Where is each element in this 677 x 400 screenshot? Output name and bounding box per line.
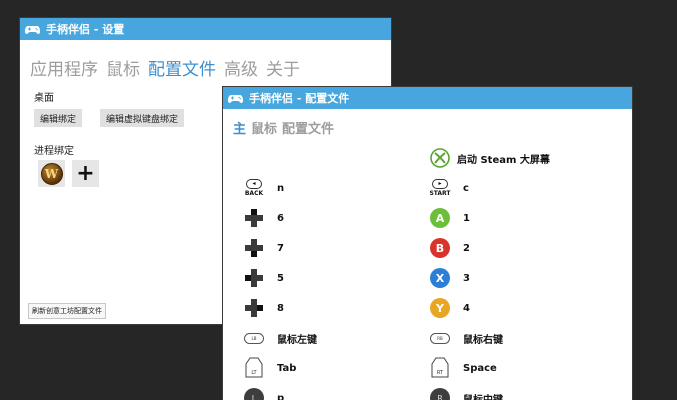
process-binding-wow[interactable]: W	[38, 160, 65, 187]
tab-mouse[interactable]: 鼠标	[251, 118, 277, 137]
edit-virtual-keyboard-button[interactable]: 编辑虚拟键盘绑定	[100, 109, 185, 127]
mapping-dpad-up[interactable]: 6	[243, 207, 284, 229]
mapping-value: 5	[277, 272, 284, 284]
mapping-lb[interactable]: LB 鼠标左键	[243, 327, 317, 349]
mapping-value: 7	[277, 242, 284, 254]
tab-profiles[interactable]: 配置文件	[148, 55, 216, 80]
rb-bumper-icon: RB	[430, 332, 450, 344]
mapping-back[interactable]: ◂ BACK n	[243, 177, 284, 199]
edit-binding-button[interactable]: 编辑绑定	[34, 109, 83, 127]
desktop-label: 桌面	[34, 93, 54, 104]
mapping-value: p	[277, 392, 285, 400]
dpad-left-icon	[243, 267, 265, 289]
profile-title: 手柄伴侣 - 配置文件	[249, 92, 350, 105]
mapping-b[interactable]: B 2	[429, 237, 470, 259]
lb-bumper-icon: LB	[244, 332, 264, 344]
mapping-right-stick[interactable]: R 鼠标中键	[429, 387, 503, 400]
process-binding-label: 进程绑定	[34, 146, 74, 157]
gamepad-icon	[25, 25, 40, 34]
right-stick-icon: R	[430, 388, 450, 400]
a-button-icon: A	[430, 208, 450, 228]
mapping-x[interactable]: X 3	[429, 267, 470, 289]
mapping-value: Tab	[277, 362, 297, 374]
refresh-workshop-button[interactable]: 刷新创意工坊配置文件	[28, 303, 106, 319]
mapping-value: 6	[277, 212, 284, 224]
mapping-value: 3	[463, 272, 470, 284]
mapping-dpad-down[interactable]: 7	[243, 237, 284, 259]
gamepad-icon	[228, 94, 243, 103]
mapping-value: c	[463, 182, 469, 194]
dpad-up-icon	[243, 207, 265, 229]
dpad-down-icon	[243, 237, 265, 259]
mapping-start[interactable]: ▸ START c	[429, 177, 469, 199]
mapping-value: 鼠标左键	[277, 334, 317, 346]
y-button-icon: Y	[430, 298, 450, 318]
mapping-value: 2	[463, 242, 470, 254]
b-button-icon: B	[430, 238, 450, 258]
tab-mouse[interactable]: 鼠标	[106, 55, 140, 80]
mapping-value: 8	[277, 302, 284, 314]
mapping-dpad-left[interactable]: 5	[243, 267, 284, 289]
tab-applications[interactable]: 应用程序	[30, 55, 98, 80]
tab-profile[interactable]: 配置文件	[282, 118, 334, 137]
rt-trigger-icon: RT	[429, 357, 451, 379]
x-button-icon: X	[430, 268, 450, 288]
plus-icon: +	[76, 160, 95, 186]
settings-titlebar[interactable]: 手柄伴侣 - 设置	[20, 18, 391, 40]
profile-titlebar[interactable]: 手柄伴侣 - 配置文件	[223, 87, 632, 109]
left-stick-icon: L	[244, 388, 264, 400]
mapping-a[interactable]: A 1	[429, 207, 470, 229]
mapping-dpad-right[interactable]: 8	[243, 297, 284, 319]
mapping-value: n	[277, 182, 285, 194]
mapping-rb[interactable]: RB 鼠标右键	[429, 327, 503, 349]
mapping-value: 鼠标右键	[463, 334, 503, 346]
profile-window: 手柄伴侣 - 配置文件 主 鼠标 配置文件 启动 Steam 大屏幕 ◂ BACK…	[223, 87, 632, 400]
steam-bigpicture-row[interactable]: 启动 Steam 大屏幕	[429, 147, 550, 169]
svg-text:RT: RT	[437, 370, 444, 376]
mapping-y[interactable]: Y 4	[429, 297, 470, 319]
steam-bigpicture-label: 启动 Steam 大屏幕	[457, 154, 550, 166]
mapping-rt[interactable]: RT Space	[429, 357, 497, 379]
lt-trigger-icon: LT	[243, 357, 265, 379]
mapping-lt[interactable]: LT Tab	[243, 357, 296, 379]
mapping-value: 4	[463, 302, 470, 314]
add-process-button[interactable]: +	[72, 160, 99, 187]
tab-main[interactable]: 主	[233, 118, 246, 137]
tab-about[interactable]: 关于	[266, 55, 300, 80]
mapping-value: 鼠标中键	[463, 394, 503, 400]
mapping-value: 1	[463, 212, 470, 224]
settings-title: 手柄伴侣 - 设置	[46, 23, 125, 36]
settings-nav: 应用程序 鼠标 配置文件 高级 关于	[20, 40, 391, 84]
mapping-left-stick[interactable]: L p	[243, 387, 284, 400]
xbox-guide-icon	[429, 147, 451, 169]
tab-advanced[interactable]: 高级	[224, 55, 258, 80]
mapping-value: Space	[463, 362, 497, 374]
start-button-icon: ▸ START	[429, 179, 451, 197]
game-logo-icon: W	[40, 162, 63, 185]
back-button-icon: ◂ BACK	[244, 179, 264, 197]
profile-nav: 主 鼠标 配置文件	[223, 109, 632, 145]
dpad-right-icon	[243, 297, 265, 319]
